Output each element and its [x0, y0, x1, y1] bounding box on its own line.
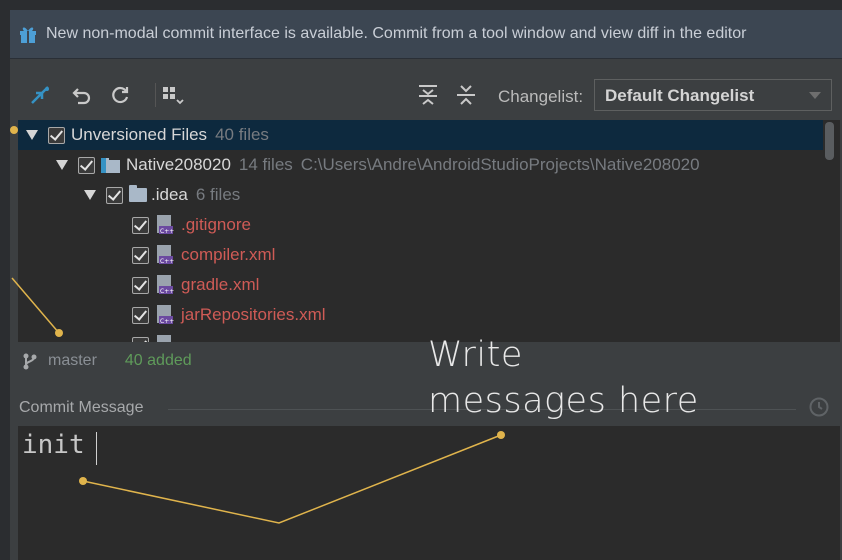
notification-banner: New non-modal commit interface is availa…: [10, 10, 842, 59]
tree-file-partial[interactable]: [132, 330, 181, 342]
history-clock-icon[interactable]: [808, 396, 830, 418]
branch-icon: [23, 353, 37, 370]
svg-text:C++: C++: [160, 318, 174, 325]
tree-file[interactable]: C++ gradle.xml: [132, 270, 259, 300]
checkbox[interactable]: [132, 246, 149, 264]
refresh-diff-icon[interactable]: [28, 83, 52, 107]
collapse-all-icon[interactable]: [454, 83, 478, 107]
checkbox[interactable]: [78, 156, 95, 174]
gift-icon: [20, 27, 36, 43]
commit-message-label: Commit Message: [19, 399, 144, 416]
cpp-file-icon: C++: [157, 245, 174, 265]
refresh-icon[interactable]: [108, 83, 132, 107]
cpp-file-icon: C++: [157, 275, 174, 295]
tree-file[interactable]: C++ jarRepositories.xml: [132, 300, 326, 330]
toolbar-separator: [155, 83, 156, 107]
module-folder-icon: [101, 157, 120, 173]
changelist-value: Default Changelist: [605, 86, 755, 105]
commit-message-editor[interactable]: init: [18, 426, 840, 560]
checkbox[interactable]: [106, 186, 123, 204]
node-label: Native208020: [126, 155, 231, 174]
node-count: 14 files: [238, 155, 293, 174]
folder-icon: [129, 185, 147, 202]
expand-arrow-icon[interactable]: [84, 190, 96, 200]
commit-message-text[interactable]: init: [22, 430, 85, 460]
changes-tree[interactable]: Unversioned Files 40 files Native208020 …: [18, 120, 840, 342]
expand-all-icon[interactable]: [416, 83, 440, 107]
branch-status: master 40 added: [22, 349, 192, 373]
added-count: 40 added: [124, 352, 192, 369]
checkbox[interactable]: [132, 216, 149, 234]
svg-text:C++: C++: [160, 228, 174, 235]
cpp-file-icon: C++: [157, 305, 174, 325]
annotation-line-2: messages here: [428, 381, 699, 421]
expand-arrow-icon[interactable]: [26, 130, 38, 140]
tree-node-project[interactable]: Native208020 14 files C:\Users\Andre\And…: [56, 150, 700, 180]
node-count: 6 files: [195, 185, 241, 204]
node-label: .idea: [151, 185, 188, 204]
rollback-icon[interactable]: [70, 83, 94, 107]
file-label: compiler.xml: [181, 245, 276, 264]
node-path: C:\Users\Andre\AndroidStudioProjects\Nat…: [300, 155, 700, 174]
tree-file[interactable]: C++ compiler.xml: [132, 240, 275, 270]
branch-name[interactable]: master: [48, 352, 97, 370]
commit-dialog: Changelist: Default Changelist Unversion…: [10, 59, 842, 560]
file-label: gradle.xml: [181, 275, 260, 294]
changelist-label: Changelist:: [498, 87, 584, 106]
file-label: jarRepositories.xml: [181, 305, 326, 324]
annotation-line-1: Write: [428, 335, 523, 375]
cpp-file-icon: C++: [157, 215, 174, 235]
toolbar: Changelist: Default Changelist: [10, 59, 842, 119]
tree-node-unversioned[interactable]: Unversioned Files 40 files: [18, 120, 823, 150]
tree-node-idea[interactable]: .idea 6 files: [84, 180, 240, 210]
chevron-down-icon: [809, 92, 821, 99]
file-label: .gitignore: [181, 215, 251, 234]
checkbox[interactable]: [132, 276, 149, 294]
svg-text:C++: C++: [160, 288, 174, 295]
checkbox[interactable]: [48, 126, 65, 144]
tree-scrollbar[interactable]: [825, 122, 834, 160]
tree-file[interactable]: C++ .gitignore: [132, 210, 251, 240]
annotation-text: Write messages here: [428, 332, 699, 424]
checkbox[interactable]: [132, 336, 149, 342]
checkbox[interactable]: [132, 306, 149, 324]
node-count: 40 files: [215, 125, 269, 144]
cpp-file-icon: [157, 335, 171, 342]
text-caret: [96, 432, 97, 465]
svg-text:C++: C++: [160, 258, 174, 265]
group-by-icon[interactable]: [160, 83, 184, 107]
expand-arrow-icon[interactable]: [56, 160, 68, 170]
node-label: Unversioned Files: [71, 125, 208, 144]
changelist-dropdown[interactable]: Default Changelist: [594, 79, 832, 111]
banner-text: New non-modal commit interface is availa…: [46, 25, 747, 42]
